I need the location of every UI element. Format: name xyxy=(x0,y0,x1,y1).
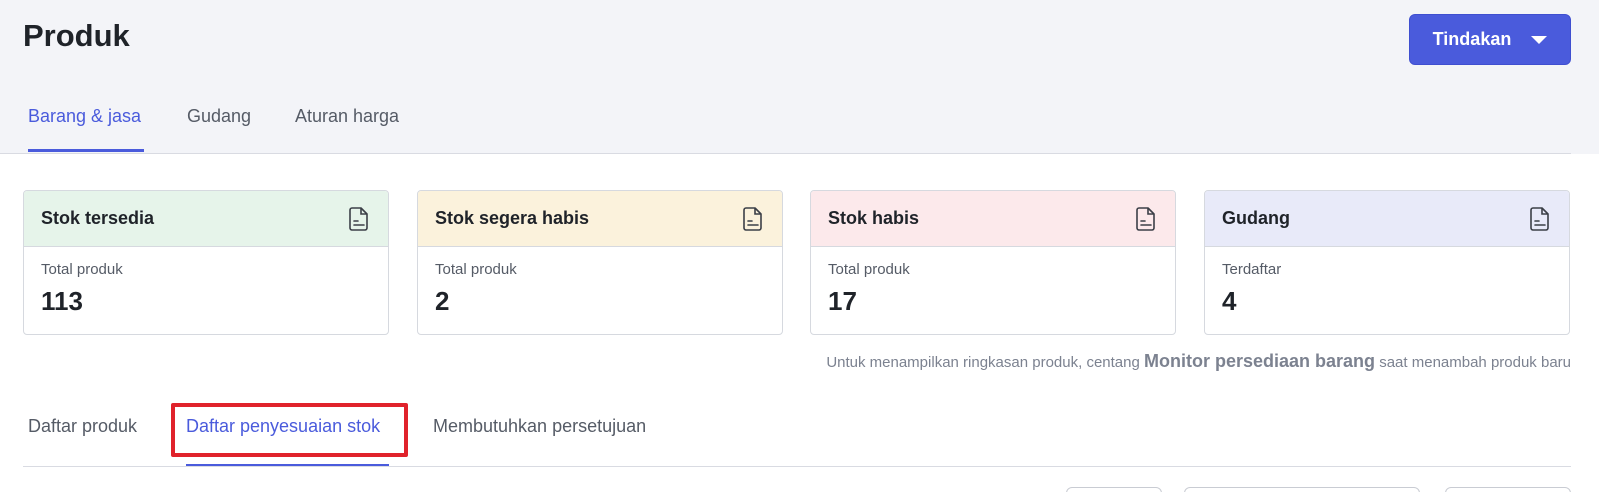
card-value: 17 xyxy=(828,286,857,316)
card-value: 113 xyxy=(41,286,83,316)
card-header: Gudang xyxy=(1205,191,1569,247)
card-header: Stok habis xyxy=(811,191,1175,247)
hint-text-after: saat menambah produk baru xyxy=(1375,354,1571,371)
caret-down-icon xyxy=(1531,35,1548,44)
report-icon[interactable] xyxy=(741,206,765,232)
card-gudang: Gudang Terdaftar 4 xyxy=(1204,190,1570,335)
card-label: Terdaftar xyxy=(1222,261,1282,278)
toolbar-control[interactable] xyxy=(1445,487,1571,492)
card-stok-segera-habis: Stok segera habis Total produk 2 xyxy=(417,190,783,335)
tab-daftar-penyesuaian-stok[interactable]: Daftar penyesuaian stok xyxy=(186,416,380,437)
card-label: Total produk xyxy=(41,261,123,278)
page-header-area: Produk Tindakan Barang & jasa Gudang Atu… xyxy=(0,0,1599,154)
tabs-divider xyxy=(0,153,1571,154)
card-title: Gudang xyxy=(1222,208,1290,228)
actions-dropdown-button[interactable]: Tindakan xyxy=(1409,14,1571,65)
card-label: Total produk xyxy=(435,261,517,278)
card-value: 4 xyxy=(1222,286,1237,316)
toolbar-control[interactable] xyxy=(1184,487,1420,492)
card-label: Total produk xyxy=(828,261,910,278)
hint-text-before: Untuk menampilkan ringkasan produk, cent… xyxy=(826,354,1144,371)
report-icon[interactable] xyxy=(1528,206,1552,232)
toolbar-control[interactable] xyxy=(1066,487,1162,492)
card-stok-habis: Stok habis Total produk 17 xyxy=(810,190,1176,335)
tab-aturan-harga[interactable]: Aturan harga xyxy=(295,106,399,127)
card-title: Stok segera habis xyxy=(435,208,590,228)
card-header: Stok segera habis xyxy=(418,191,782,247)
tab-gudang[interactable]: Gudang xyxy=(187,106,251,127)
card-value: 2 xyxy=(435,286,450,316)
page-title: Produk xyxy=(23,18,130,53)
subtabs-divider xyxy=(23,466,1571,467)
card-title: Stok tersedia xyxy=(41,208,155,228)
summary-hint: Untuk menampilkan ringkasan produk, cent… xyxy=(826,351,1571,372)
tab-barang-jasa[interactable]: Barang & jasa xyxy=(28,106,141,127)
active-tab-indicator xyxy=(28,149,144,152)
actions-button-label: Tindakan xyxy=(1432,29,1512,49)
report-icon[interactable] xyxy=(1134,206,1158,232)
card-header: Stok tersedia xyxy=(24,191,388,247)
tab-membutuhkan-persetujuan[interactable]: Membutuhkan persetujuan xyxy=(433,416,646,437)
sub-tabs: Daftar produk Daftar penyesuaian stok Me… xyxy=(0,405,1599,466)
report-icon[interactable] xyxy=(347,206,371,232)
card-title: Stok habis xyxy=(828,208,920,228)
card-stok-tersedia: Stok tersedia Total produk 113 xyxy=(23,190,389,335)
hint-highlight: Monitor persediaan barang xyxy=(1144,351,1376,371)
main-tabs: Barang & jasa Gudang Aturan harga xyxy=(0,100,1599,154)
tab-daftar-produk[interactable]: Daftar produk xyxy=(28,416,137,437)
